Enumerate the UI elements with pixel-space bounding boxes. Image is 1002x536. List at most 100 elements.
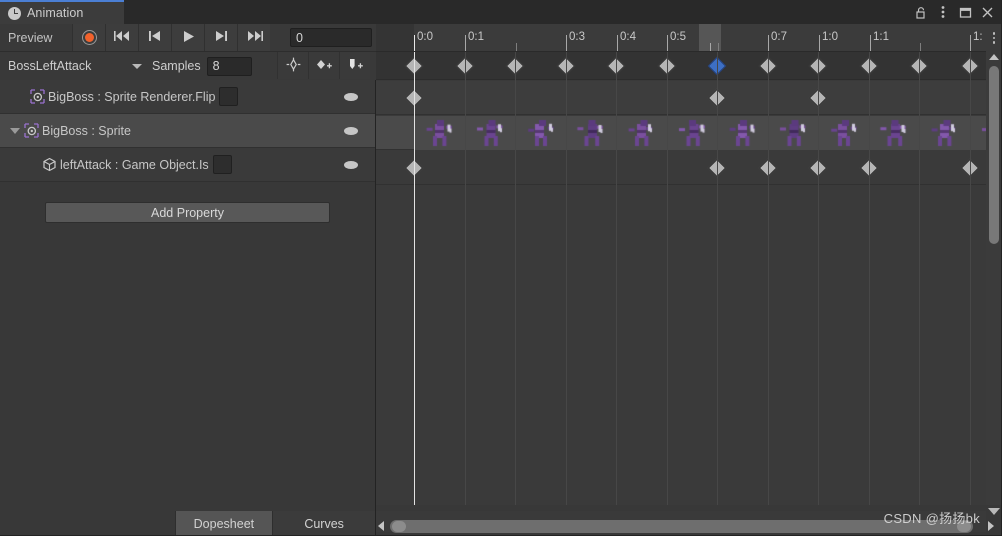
current-frame-input[interactable]: 0 [290,28,372,47]
ruler-tick [710,43,711,51]
property-row-sprite[interactable]: BigBoss : Sprite [0,114,375,148]
tab-curves[interactable]: Curves [272,511,375,536]
sprite-thumbnail[interactable] [718,116,768,150]
animation-window: Animation Preview 0 BossLeftAttack Sampl… [0,0,1002,536]
sprite-thumbnail[interactable] [415,116,465,150]
skip-to-start-icon [113,30,131,45]
samples-input[interactable]: 8 [206,56,252,76]
vertical-scroll-thumb[interactable] [989,66,999,244]
ruler-tick [566,35,567,51]
add-keyframe-button[interactable] [308,52,339,79]
watermark: CSDN @扬扬bk [883,511,980,526]
dopesheet-grid-line [970,52,971,505]
sprite-thumbnail[interactable] [617,116,667,150]
scroll-left-arrow-icon[interactable] [378,521,384,531]
sprite-thumbnail[interactable] [466,116,516,150]
tab-animation[interactable]: Animation [0,0,124,24]
title-bar: Animation [0,0,1002,24]
curve-toggle-icon[interactable] [344,92,358,101]
dopesheet-grid-line [717,52,718,505]
next-frame-button[interactable] [204,24,237,51]
dopesheet-grid-line [919,52,920,505]
add-event-button[interactable] [339,52,370,79]
ruler-tick [920,43,921,51]
sprite-thumbnail[interactable] [668,116,718,150]
lock-icon[interactable] [910,0,932,24]
ruler-tick [718,43,719,51]
sprite-thumbnail[interactable] [870,116,920,150]
dopesheet-grid-line [667,52,668,505]
game-object-icon [42,157,57,172]
sprite-thumbnail[interactable] [516,116,566,150]
sprite-thumbnail[interactable] [769,116,819,150]
kebab-menu-icon[interactable] [932,0,954,24]
add-property-wrap: Add Property [0,182,375,223]
playhead-line[interactable] [414,52,415,505]
dopesheet-grid-line [616,52,617,505]
tab-dopesheet[interactable]: Dopesheet [174,511,273,536]
property-row-gameobject[interactable]: leftAttack : Game Object.Is [0,148,375,182]
ruler-tick-label: 0:5 [670,31,686,43]
dopesheet-row-flip[interactable] [376,81,986,115]
corner-resize-icon[interactable] [988,508,1000,515]
curve-toggle-icon[interactable] [344,160,358,169]
chevron-down-icon[interactable] [10,127,20,134]
sprite-renderer-icon [24,123,39,138]
curve-toggle-icon[interactable] [344,126,358,135]
sprite-thumbnail[interactable] [567,116,617,150]
ruler-tick-label: 0:7 [771,31,787,43]
preview-label: Preview [8,30,53,45]
ruler-tick [819,35,820,51]
dopesheet-grid-line [768,52,769,505]
close-icon[interactable] [976,0,998,24]
add-keyframe-diamond-icon [315,57,334,75]
property-value-box[interactable] [212,155,232,174]
property-label: BigBoss : Sprite [42,123,131,138]
scroll-up-arrow-icon[interactable] [989,54,999,60]
property-value-box[interactable] [219,87,239,106]
dopesheet-grid-line [869,52,870,505]
dopesheet-area[interactable] [376,52,986,505]
timeline-ruler[interactable]: 0:0 0:1 0:3 0:4 0:5 0:7 1:0 1:1 1: [376,24,986,52]
vertical-scrollbar[interactable] [986,52,1002,505]
ruler-tick-label: 0:0 [417,31,433,43]
dopesheet-grid-line [566,52,567,505]
ruler-tick [970,35,971,51]
step-back-icon [148,30,162,45]
ruler-tick [667,35,668,51]
ruler-tick [617,35,618,51]
current-frame-value: 0 [296,30,303,45]
scroll-right-arrow-icon[interactable] [988,521,994,531]
last-frame-button[interactable] [237,24,270,51]
property-label: BigBoss : Sprite Renderer.Flip [48,89,216,104]
maximize-icon[interactable] [954,0,976,24]
add-keyframe-target-icon [286,57,301,75]
ruler-tick-label: 0:3 [569,31,585,43]
dopesheet-grid-line [515,52,516,505]
add-property-button[interactable]: Add Property [45,202,330,223]
dopesheet-row-sprite[interactable] [376,116,986,150]
chevron-down-icon[interactable] [132,63,142,69]
bottom-bar: Dopesheet Curves [0,505,376,536]
sprite-thumbnail[interactable] [971,116,986,150]
timeline-menu-icon[interactable] [986,24,1002,52]
ruler-tick [768,35,769,51]
keyframe-tools [277,52,370,79]
property-row-flip[interactable]: BigBoss : Sprite Renderer.Flip [0,80,375,114]
sprite-thumbnail[interactable] [920,116,970,150]
sprite-thumbnail[interactable] [819,116,869,150]
play-button[interactable] [171,24,204,51]
timeline-panel: 0:0 0:1 0:3 0:4 0:5 0:7 1:0 1:1 1: [376,24,1002,505]
skip-to-end-icon [246,30,263,45]
ruler-tick [870,35,871,51]
prev-frame-button[interactable] [138,24,171,51]
clip-name-label[interactable]: BossLeftAttack [0,59,132,73]
samples-value: 8 [212,59,220,73]
ruler-tick [465,35,466,51]
first-frame-button[interactable] [105,24,138,51]
dopesheet-summary-row[interactable] [376,52,986,80]
dopesheet-row-gameobject[interactable] [376,151,986,185]
window-buttons [910,0,998,24]
record-button[interactable] [72,24,105,51]
add-keyframe-target-button[interactable] [277,52,308,79]
